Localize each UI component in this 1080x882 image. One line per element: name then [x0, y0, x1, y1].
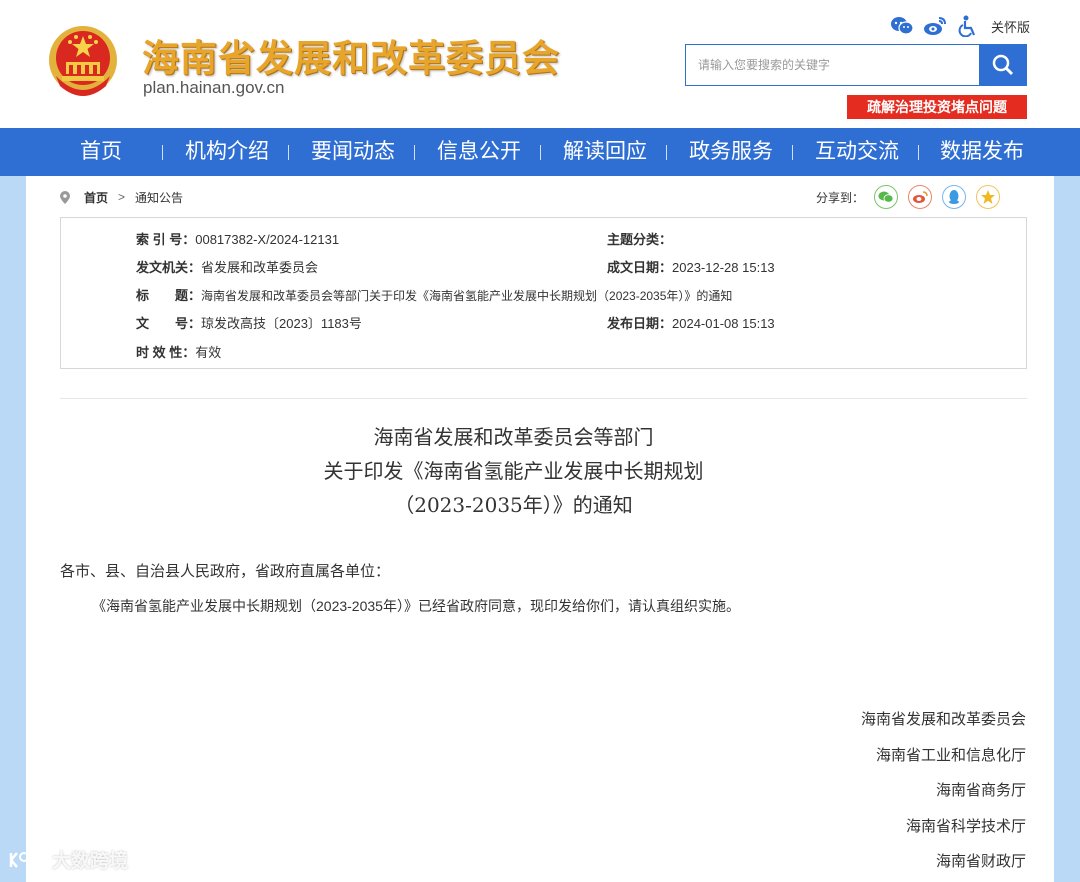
share-qzone-button[interactable] [976, 185, 1001, 209]
weibo-icon [913, 191, 928, 203]
share-wechat-button[interactable] [874, 185, 899, 209]
info-index-value: 00817382-X/2024-12131 [195, 232, 340, 247]
main-nav: 首页 机构介绍 要闻动态 信息公开 解读回应 政务服务 互动交流 数据发布 [0, 128, 1080, 176]
search-icon [992, 54, 1013, 76]
document-title: 海南省发展和改革委员会等部门 关于印发《海南省氢能产业发展中长期规划 （2023… [60, 420, 967, 522]
nav-item-news[interactable]: 要闻动态 [311, 128, 395, 176]
nav-separator [540, 145, 541, 160]
watermark-logo-icon [9, 851, 47, 868]
info-created-value: 2023-12-28 15:13 [672, 260, 775, 275]
info-docno-value: 琼发改高技〔2023〕1183号 [201, 316, 362, 331]
info-label: 时 效 性： [136, 345, 196, 360]
site-domain: plan.hainan.gov.cn [143, 78, 285, 97]
info-validity-row: 时 效 性：有效 [136, 342, 221, 361]
content-divider [60, 398, 1027, 399]
info-label: 文 号： [136, 316, 202, 331]
breadcrumb-home[interactable]: 首页 [84, 189, 108, 206]
nav-separator [792, 145, 793, 160]
breadcrumb-current[interactable]: 通知公告 [135, 189, 183, 206]
location-pin-icon [60, 190, 70, 204]
site-header: 海南省发展和改革委员会 plan.hainan.gov.cn 关怀版 疏解治理投… [0, 0, 1080, 128]
info-index-row: 索 引 号：00817382-X/2024-12131 [136, 229, 339, 248]
search-button[interactable] [979, 45, 1026, 85]
nav-item-interpretation[interactable]: 解读回应 [563, 128, 647, 176]
document-title-line: 关于印发《海南省氢能产业发展中长期规划 [323, 459, 704, 483]
wechat-icon[interactable] [890, 14, 914, 38]
breadcrumb: 首页 > 通知公告 [60, 186, 183, 208]
document-signatures: 海南省发展和改革委员会 海南省工业和信息化厅 海南省商务厅 海南省科学技术厅 海… [861, 702, 1026, 880]
info-label: 主题分类： [607, 232, 673, 247]
nav-separator [918, 145, 919, 160]
signature-line: 海南省科学技术厅 [905, 817, 1026, 835]
national-emblem-icon [49, 26, 117, 96]
search-input[interactable] [686, 45, 978, 85]
document-salutation: 各市、县、自治县人民政府，省政府直属各单位： [60, 563, 391, 580]
care-mode-link[interactable]: 关怀版 [991, 17, 1030, 36]
info-validity-value: 有效 [195, 345, 222, 360]
info-label: 索 引 号： [136, 232, 196, 247]
info-label: 发布日期： [607, 316, 673, 331]
search-box [685, 44, 1027, 86]
nav-item-data[interactable]: 数据发布 [940, 128, 1024, 176]
nav-separator [414, 145, 415, 160]
signature-line: 海南省商务厅 [935, 782, 1026, 799]
info-published-value: 2024-01-08 15:13 [672, 316, 775, 331]
info-title-value: 海南省发展和改革委员会等部门关于印发《海南省氢能产业发展中长期规划（2023-2… [201, 289, 733, 303]
info-label: 成文日期： [607, 260, 673, 275]
nav-separator [288, 145, 289, 160]
site-title[interactable]: 海南省发展和改革委员会 [142, 28, 560, 82]
signature-line: 海南省财政厅 [935, 853, 1026, 870]
share-label: 分享到： [816, 190, 865, 205]
nav-item-services[interactable]: 政务服务 [689, 128, 773, 176]
nav-item-about[interactable]: 机构介绍 [185, 128, 269, 176]
qzone-star-icon [981, 190, 996, 204]
info-issuer-row: 发文机关：省发展和改革委员会 [136, 257, 318, 276]
info-issuer-value: 省发展和改革委员会 [201, 260, 319, 275]
document-info-table: 索 引 号：00817382-X/2024-12131 主题分类： 发文机关：省… [60, 217, 1027, 369]
info-title-row: 标 题：海南省发展和改革委员会等部门关于印发《海南省氢能产业发展中长期规划（20… [136, 285, 732, 304]
nav-item-interaction[interactable]: 互动交流 [815, 128, 899, 176]
document-title-line: 海南省发展和改革委员会等部门 [373, 425, 654, 449]
breadcrumb-separator: > [118, 190, 126, 204]
info-published-row: 发布日期：2024-01-08 15:13 [607, 313, 775, 332]
watermark: 大数跨境 [8, 846, 128, 873]
accessibility-icon[interactable] [956, 14, 980, 38]
weibo-icon[interactable] [923, 14, 947, 38]
top-toolbar: 关怀版 [890, 14, 1030, 38]
nav-item-home[interactable]: 首页 [80, 128, 122, 176]
info-label: 发文机关： [136, 260, 202, 275]
info-label: 标 题： [136, 288, 202, 303]
share-qq-button[interactable] [942, 185, 967, 209]
info-topic-row: 主题分类： [607, 229, 672, 248]
wechat-icon [878, 191, 894, 203]
share-bar: 分享到： [816, 184, 1010, 210]
nav-item-disclosure[interactable]: 信息公开 [437, 128, 521, 176]
signature-line: 海南省工业和信息化厅 [875, 746, 1026, 764]
nav-separator [162, 145, 163, 160]
watermark-text: 大数跨境 [52, 851, 129, 872]
qq-icon [949, 190, 960, 204]
share-weibo-button[interactable] [908, 185, 933, 209]
document-body: 《海南省氢能产业发展中长期规划（2023-2035年）》已经省政府同意，现印发给… [92, 598, 740, 614]
info-created-row: 成文日期：2023-12-28 15:13 [607, 257, 775, 276]
document-title-line: （2023-2035年）》的通知 [394, 493, 633, 517]
info-docno-row: 文 号：琼发改高技〔2023〕1183号 [136, 313, 362, 332]
promo-banner[interactable]: 疏解治理投资堵点问题 [847, 95, 1027, 119]
signature-line: 海南省发展和改革委员会 [860, 711, 1026, 728]
nav-separator [666, 145, 667, 160]
